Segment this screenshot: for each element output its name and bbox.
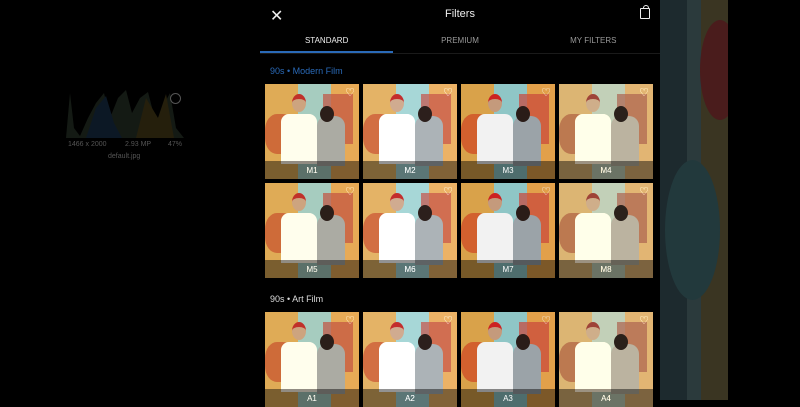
filter-label: A2 [363,389,457,407]
tab-standard[interactable]: STANDARD [260,28,394,53]
filter-thumbnail[interactable]: ♡ A1 [265,312,359,407]
filter-thumbnail[interactable]: ♡ M5 [265,183,359,278]
filter-label: M6 [363,260,457,278]
filter-thumbnail[interactable]: ♡ M7 [461,183,555,278]
heart-icon[interactable]: ♡ [541,185,551,198]
filter-thumbnail[interactable]: ♡ A3 [461,312,555,407]
tab-premium[interactable]: PREMIUM [393,28,526,53]
heart-icon[interactable]: ♡ [541,86,551,99]
heart-icon[interactable]: ♡ [639,314,649,327]
heart-icon[interactable]: ♡ [345,314,355,327]
filter-label: M2 [363,161,457,179]
filter-label: M3 [461,161,555,179]
info-icon[interactable] [170,93,181,104]
filename: default.jpg [108,153,141,160]
filter-label: M5 [265,260,359,278]
filter-label: M4 [559,161,653,179]
filter-thumbnail[interactable]: ♡ M1 [265,84,359,179]
background-photo [660,0,728,400]
shopping-bag-icon[interactable] [640,5,650,19]
filter-label: M8 [559,260,653,278]
filter-thumbnail[interactable]: ♡ M6 [363,183,457,278]
section-title: 90s • Art Film [270,294,324,304]
filters-panel: ✕ Filters STANDARD PREMIUM MY FILTERS 90… [260,0,660,407]
filter-thumbnail[interactable]: ♡ M3 [461,84,555,179]
panel-title: Filters [445,8,475,20]
filter-thumbnail[interactable]: ♡ A2 [363,312,457,407]
section-title: 90s • Modern Film [270,66,343,76]
heart-icon[interactable]: ♡ [345,86,355,99]
filter-thumbnail[interactable]: ♡ M4 [559,84,653,179]
image-megapixels: 2.93 MP [125,141,152,148]
heart-icon[interactable]: ♡ [443,86,453,99]
tab-my-filters[interactable]: MY FILTERS [527,28,660,53]
filter-label: M7 [461,260,555,278]
heart-icon[interactable]: ♡ [541,314,551,327]
histogram [66,90,184,138]
heart-icon[interactable]: ♡ [639,185,649,198]
zoom-level: 47% [168,141,183,148]
filter-label: M1 [265,161,359,179]
heart-icon[interactable]: ♡ [443,185,453,198]
heart-icon[interactable]: ♡ [639,86,649,99]
filter-label: A1 [265,389,359,407]
filter-thumbnail[interactable]: ♡ M2 [363,84,457,179]
filter-thumbnail[interactable]: ♡ A4 [559,312,653,407]
image-dimensions: 1466 x 2000 [68,141,107,148]
filter-label: A3 [461,389,555,407]
heart-icon[interactable]: ♡ [345,185,355,198]
filter-label: A4 [559,389,653,407]
heart-icon[interactable]: ♡ [443,314,453,327]
filter-thumbnail[interactable]: ♡ M8 [559,183,653,278]
